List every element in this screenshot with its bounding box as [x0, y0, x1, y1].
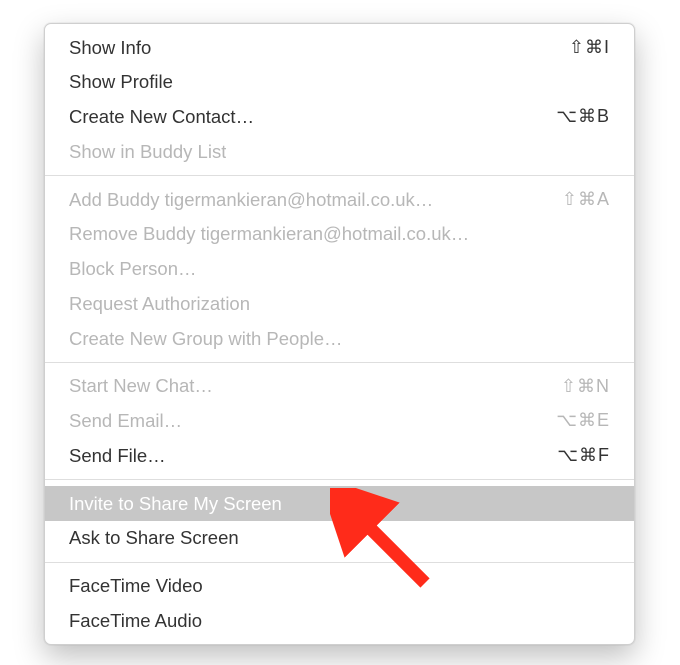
menu-item-shortcut: ⌥⌘B: [536, 103, 610, 130]
menu-item-facetime-audio[interactable]: FaceTime Audio: [45, 603, 634, 638]
menu-item-send-file[interactable]: Send File… ⌥⌘F: [45, 438, 634, 473]
menu-item-request-authorization: Request Authorization: [45, 286, 634, 321]
menu-item-show-in-buddy-list: Show in Buddy List: [45, 134, 634, 169]
menu-item-label: Show Info: [69, 34, 151, 62]
menu-item-label: Show in Buddy List: [69, 138, 226, 166]
menu-item-shortcut: ⇧⌘I: [549, 34, 610, 61]
menu-item-show-info[interactable]: Show Info ⇧⌘I: [45, 30, 634, 65]
menu-item-create-new-group: Create New Group with People…: [45, 321, 634, 356]
menu-item-label: FaceTime Video: [69, 572, 203, 600]
menu-item-ask-to-share-screen[interactable]: Ask to Share Screen: [45, 521, 634, 556]
menu-item-shortcut: ⇧⌘A: [542, 186, 610, 213]
menu-item-label: Block Person…: [69, 255, 197, 283]
menu-separator: [45, 562, 634, 563]
context-menu: Show Info ⇧⌘I Show Profile Create New Conta…: [44, 23, 635, 645]
menu-separator: [45, 175, 634, 176]
menu-item-start-new-chat: Start New Chat… ⇧⌘N: [45, 369, 634, 404]
menu-separator: [45, 479, 634, 480]
menu-item-add-buddy: Add Buddy tigermankieran@hotmail.co.uk… ⇧…: [45, 182, 634, 217]
menu-item-label: Start New Chat…: [69, 372, 213, 400]
menu-item-label: Create New Group with People…: [69, 325, 343, 353]
menu-item-label: Invite to Share My Screen: [69, 490, 282, 518]
menu-item-label: Remove Buddy tigermankieran@hotmail.co.u…: [69, 220, 469, 248]
menu-item-shortcut: ⌥⌘F: [537, 442, 610, 469]
menu-item-label: FaceTime Audio: [69, 607, 202, 635]
menu-item-label: Add Buddy tigermankieran@hotmail.co.uk…: [69, 186, 433, 214]
menu-item-label: Send Email…: [69, 407, 182, 435]
menu-item-remove-buddy: Remove Buddy tigermankieran@hotmail.co.u…: [45, 217, 634, 252]
menu-item-block-person: Block Person…: [45, 252, 634, 287]
menu-item-invite-share-my-screen[interactable]: Invite to Share My Screen: [45, 486, 634, 521]
menu-item-shortcut: ⇧⌘N: [541, 373, 610, 400]
menu-item-shortcut: ⌥⌘E: [536, 407, 610, 434]
menu-item-show-profile[interactable]: Show Profile: [45, 65, 634, 100]
menu-item-label: Ask to Share Screen: [69, 524, 239, 552]
menu-item-create-new-contact[interactable]: Create New Contact… ⌥⌘B: [45, 100, 634, 135]
menu-item-label: Request Authorization: [69, 290, 250, 318]
menu-item-send-email: Send Email… ⌥⌘E: [45, 404, 634, 439]
menu-item-label: Create New Contact…: [69, 103, 254, 131]
menu-item-label: Send File…: [69, 442, 166, 470]
menu-item-facetime-video[interactable]: FaceTime Video: [45, 569, 634, 604]
menu-separator: [45, 362, 634, 363]
menu-item-label: Show Profile: [69, 68, 173, 96]
